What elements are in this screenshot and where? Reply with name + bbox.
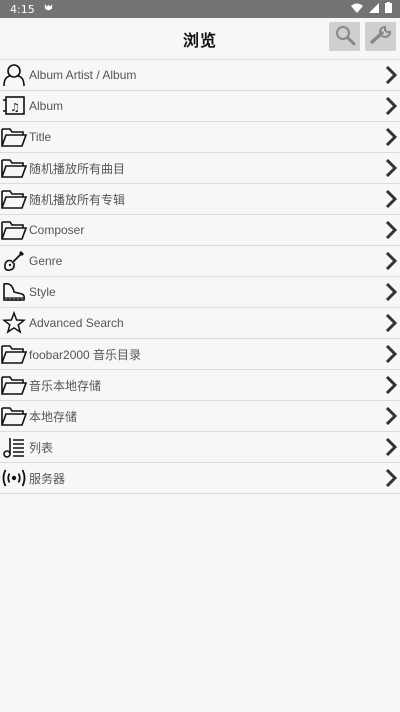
- list-item-label: Composer: [29, 223, 85, 237]
- chevron-right-icon: [384, 158, 398, 178]
- list-item[interactable]: Composer: [0, 215, 400, 246]
- list-item-label: 列表: [29, 440, 54, 455]
- chevron-right-icon: [384, 189, 398, 209]
- piano-icon: [1, 279, 27, 305]
- folder-icon: [1, 341, 27, 367]
- chevron-right-icon: [384, 437, 398, 457]
- wifi-icon: [351, 3, 363, 16]
- list-item[interactable]: 服务器: [0, 463, 400, 494]
- chevron-right-icon: [384, 96, 398, 116]
- list-item-label: foobar2000 音乐目录: [29, 347, 142, 362]
- list-item-label: 音乐本地存储: [29, 378, 102, 393]
- list-item[interactable]: 列表: [0, 432, 400, 463]
- folder-icon: [1, 217, 27, 243]
- chevron-right-icon: [384, 282, 398, 302]
- album-icon: ♫: [1, 93, 27, 119]
- list-item[interactable]: Title: [0, 122, 400, 153]
- list-item[interactable]: 随机播放所有曲目: [0, 153, 400, 184]
- folder-icon: [1, 124, 27, 150]
- list-item-label: Style: [29, 285, 56, 299]
- chevron-right-icon: [384, 468, 398, 488]
- list-item-label: Album: [29, 99, 64, 113]
- folder-icon: [1, 155, 27, 181]
- list-item-label: 服务器: [29, 471, 66, 486]
- wrench-icon: [369, 24, 393, 50]
- status-time: 4:15: [10, 2, 35, 16]
- battery-icon: [385, 2, 392, 16]
- chevron-right-icon: [384, 65, 398, 85]
- list-item[interactable]: Album Artist / Album: [0, 60, 400, 91]
- list-item-label: 随机播放所有专辑: [29, 192, 126, 207]
- signal-icon: [369, 2, 379, 16]
- notification-icon: [43, 2, 54, 16]
- chevron-right-icon: [384, 406, 398, 426]
- list-item[interactable]: 随机播放所有专辑: [0, 184, 400, 215]
- person-icon: [1, 62, 27, 88]
- folder-icon: [1, 403, 27, 429]
- broadcast-icon: [1, 465, 27, 491]
- folder-icon: [1, 186, 27, 212]
- list-item[interactable]: Advanced Search: [0, 308, 400, 339]
- list-item[interactable]: foobar2000 音乐目录: [0, 339, 400, 370]
- chevron-right-icon: [384, 220, 398, 240]
- search-icon: [334, 24, 356, 50]
- settings-button[interactable]: [365, 22, 396, 51]
- chevron-right-icon: [384, 127, 398, 147]
- browse-list: Album Artist / Album ♫ Album Title 随机播放所…: [0, 59, 400, 494]
- list-item-label: Advanced Search: [29, 316, 124, 330]
- list-item-label: 本地存储: [29, 409, 78, 424]
- search-button[interactable]: [329, 22, 360, 51]
- app-header: 浏览: [0, 18, 400, 59]
- list-item-label: Genre: [29, 254, 63, 268]
- chevron-right-icon: [384, 375, 398, 395]
- list-item[interactable]: Style: [0, 277, 400, 308]
- folder-icon: [1, 372, 27, 398]
- list-item[interactable]: 音乐本地存储: [0, 370, 400, 401]
- list-item-label: Album Artist / Album: [29, 68, 137, 82]
- svg-text:♫: ♫: [10, 101, 20, 114]
- chevron-right-icon: [384, 344, 398, 364]
- playlist-icon: [1, 434, 27, 460]
- list-item-label: Title: [29, 130, 52, 144]
- chevron-right-icon: [384, 313, 398, 333]
- star-icon: [1, 310, 27, 336]
- list-item[interactable]: ♫ Album: [0, 91, 400, 122]
- list-item-label: 随机播放所有曲目: [29, 161, 126, 176]
- status-bar: 4:15: [0, 0, 400, 18]
- chevron-right-icon: [384, 251, 398, 271]
- list-item[interactable]: 本地存储: [0, 401, 400, 432]
- page-title: 浏览: [182, 30, 217, 50]
- guitar-icon: [1, 248, 27, 274]
- list-item[interactable]: Genre: [0, 246, 400, 277]
